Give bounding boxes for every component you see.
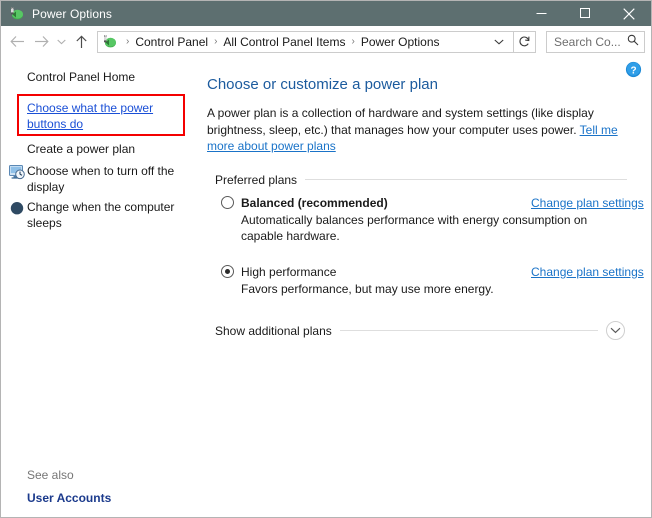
show-additional-plans-row[interactable]: Show additional plans — [207, 321, 627, 340]
window-title: Power Options — [32, 6, 113, 21]
see-also-section: See also User Accounts — [1, 468, 197, 505]
breadcrumb-chevron-down-icon[interactable] — [488, 39, 513, 45]
window-controls — [519, 1, 651, 26]
forward-arrow-icon[interactable] — [29, 30, 53, 54]
breadcrumb[interactable]: › Control Panel › All Control Panel Item… — [97, 30, 514, 53]
breadcrumb-separator: › — [126, 36, 130, 47]
show-additional-plans-label: Show additional plans — [215, 323, 332, 338]
display-clock-icon — [9, 164, 25, 180]
breadcrumb-item-power-options[interactable]: Power Options — [360, 35, 441, 49]
magnifier-icon[interactable] — [627, 33, 639, 51]
up-arrow-icon[interactable] — [69, 30, 93, 54]
power-options-window: Power Options › Control Panel › All Cont… — [0, 0, 652, 518]
preferred-plans-header: Preferred plans — [207, 173, 627, 187]
plan-high-performance: High performance Change plan settings Fa… — [207, 264, 644, 298]
back-arrow-icon[interactable] — [5, 30, 29, 54]
change-plan-settings-link-high-performance[interactable]: Change plan settings — [531, 265, 644, 279]
change-plan-settings-link-balanced[interactable]: Change plan settings — [531, 196, 644, 210]
breadcrumb-separator: › — [351, 36, 355, 47]
breadcrumb-power-plug-icon — [102, 34, 118, 50]
close-icon[interactable] — [607, 1, 651, 26]
sidebar-item-spacer-icon — [9, 142, 25, 158]
show-additional-plans-rule — [339, 330, 598, 331]
plan-name: Balanced (recommended) — [241, 195, 388, 210]
sleep-moon-icon — [9, 200, 25, 216]
title-bar: Power Options — [1, 1, 651, 26]
sidebar-item-label: Choose what the power buttons do — [27, 101, 154, 131]
sidebar-item-label: Create a power plan — [27, 142, 136, 156]
chevron-down-circle-icon[interactable] — [606, 321, 625, 340]
breadcrumb-separator: › — [214, 36, 218, 47]
plan-name: High performance — [241, 264, 337, 279]
search-placeholder: Search Co... — [554, 34, 621, 49]
plan-balanced: Balanced (recommended) Change plan setti… — [207, 195, 644, 245]
plan-radio-high-performance[interactable] — [221, 265, 234, 278]
sidebar-item-control-panel-home[interactable]: Control Panel Home — [1, 69, 197, 85]
sidebar-item-label: Choose when to turn off the display — [27, 164, 175, 194]
plan-row[interactable]: Balanced (recommended) Change plan setti… — [221, 195, 644, 210]
address-bar: › Control Panel › All Control Panel Item… — [1, 26, 651, 57]
search-input[interactable]: Search Co... — [546, 30, 645, 53]
maximize-icon[interactable] — [563, 1, 607, 26]
help-question-icon[interactable]: ? — [625, 61, 642, 78]
preferred-plans-label: Preferred plans — [215, 172, 298, 187]
sidebar-item-turn-off-display[interactable]: Choose when to turn off the display — [1, 163, 197, 195]
plan-description: Favors performance, but may use more ene… — [241, 281, 494, 296]
page-title: Choose or customize a power plan — [207, 76, 438, 93]
sidebar-item-spacer-icon — [9, 101, 25, 117]
refresh-icon[interactable] — [514, 30, 536, 53]
sidebar: Control Panel Home Choose what the power… — [1, 57, 197, 517]
sidebar-item-label: Change when the computer sleeps — [27, 200, 175, 230]
sidebar-item-create-power-plan[interactable]: Create a power plan — [1, 141, 197, 159]
plan-description: Automatically balances performance with … — [241, 212, 588, 244]
sidebar-item-computer-sleeps[interactable]: Change when the computer sleeps — [1, 199, 197, 231]
preferred-plans-rule — [305, 179, 627, 180]
svg-text:?: ? — [630, 65, 636, 76]
plan-row[interactable]: High performance Change plan settings — [221, 264, 644, 279]
minimize-icon[interactable] — [519, 1, 563, 26]
power-plug-icon — [9, 6, 25, 22]
page-description: A power plan is a collection of hardware… — [207, 105, 627, 155]
see-also-label: See also — [27, 468, 74, 482]
main-content: ? Choose or customize a power plan A pow… — [197, 57, 651, 517]
see-also-link-user-accounts[interactable]: User Accounts — [1, 491, 197, 505]
sidebar-item-choose-power-buttons[interactable]: Choose what the power buttons do — [1, 94, 197, 136]
breadcrumb-item-all-control-panel-items[interactable]: All Control Panel Items — [222, 35, 346, 49]
recent-locations-chevron-down-icon[interactable] — [53, 30, 69, 54]
plan-radio-balanced[interactable] — [221, 196, 234, 209]
page-description-text: A power plan is a collection of hardware… — [207, 106, 594, 137]
breadcrumb-item-control-panel[interactable]: Control Panel — [134, 35, 209, 49]
window-body: Control Panel Home Choose what the power… — [1, 57, 651, 517]
